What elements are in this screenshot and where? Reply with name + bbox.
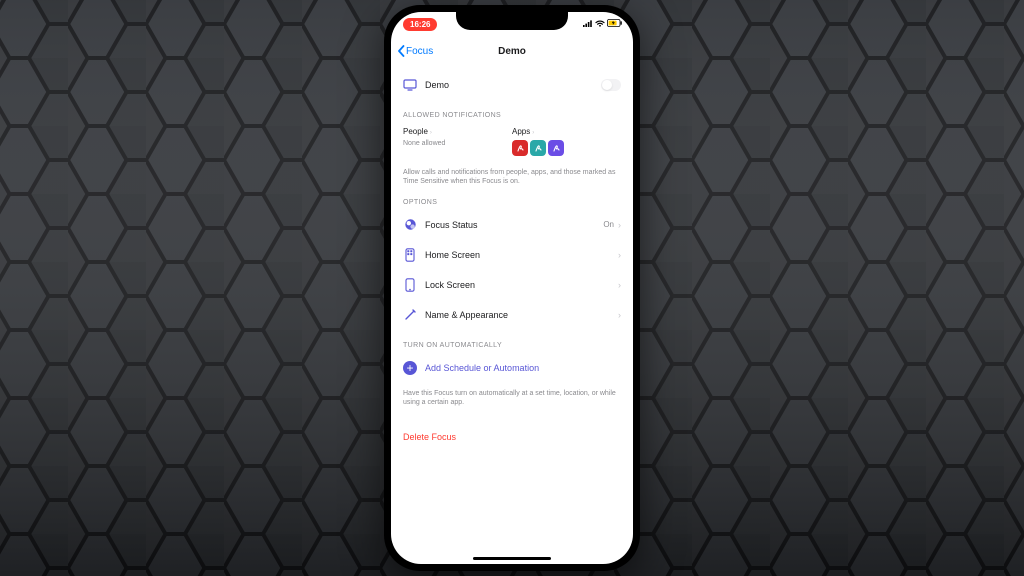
home-screen-icon xyxy=(403,248,417,262)
display-icon xyxy=(403,78,417,92)
phone-screen: 16:26 Focus Demo xyxy=(391,12,633,564)
allowed-people-button[interactable]: People› None allowed xyxy=(403,127,512,156)
back-button[interactable]: Focus xyxy=(397,45,433,57)
chevron-right-icon: › xyxy=(618,280,621,290)
option-label: Home Screen xyxy=(425,250,618,260)
back-label: Focus xyxy=(406,46,433,57)
chevron-right-icon: › xyxy=(618,310,621,320)
option-label: Focus Status xyxy=(425,220,603,230)
wifi-icon xyxy=(595,20,605,27)
allowed-footer-note: Allow calls and notifications from peopl… xyxy=(391,162,633,187)
delete-focus-button[interactable]: Delete Focus xyxy=(391,422,633,452)
section-header-options: OPTIONS xyxy=(391,187,633,210)
chevron-right-icon: › xyxy=(618,250,621,260)
delete-focus-label: Delete Focus xyxy=(403,432,456,442)
content-scroll[interactable]: Demo ALLOWED NOTIFICATIONS People› None … xyxy=(391,70,633,460)
section-header-allowed: ALLOWED NOTIFICATIONS xyxy=(391,100,633,123)
option-value: On xyxy=(603,220,614,229)
plus-icon: + xyxy=(403,361,417,375)
nav-bar: Focus Demo xyxy=(391,38,633,64)
allowed-apps-icons xyxy=(512,140,621,156)
option-label: Name & Appearance xyxy=(425,310,618,320)
add-schedule-label: Add Schedule or Automation xyxy=(425,363,539,373)
app-icon xyxy=(512,140,528,156)
auto-footer-note: Have this Focus turn on automatically at… xyxy=(391,383,633,408)
option-home-screen[interactable]: Home Screen › xyxy=(391,240,633,270)
page-title: Demo xyxy=(498,46,526,57)
focus-name-label: Demo xyxy=(425,80,601,90)
status-time-pill: 16:26 xyxy=(403,18,437,31)
allowed-apps-label: Apps xyxy=(512,127,530,136)
home-indicator[interactable] xyxy=(473,557,551,560)
chevron-right-icon: › xyxy=(430,130,432,136)
pencil-icon xyxy=(403,308,417,322)
focus-status-icon xyxy=(403,218,417,232)
option-focus-status[interactable]: Focus Status On › xyxy=(391,210,633,240)
battery-icon xyxy=(607,19,623,27)
chevron-right-icon: › xyxy=(618,220,621,230)
add-schedule-button[interactable]: + Add Schedule or Automation xyxy=(391,353,633,383)
phone-frame: 16:26 Focus Demo xyxy=(384,5,640,571)
app-icon xyxy=(548,140,564,156)
option-lock-screen[interactable]: Lock Screen › xyxy=(391,270,633,300)
allowed-people-label: People xyxy=(403,127,428,136)
app-icon xyxy=(530,140,546,156)
focus-enable-row[interactable]: Demo xyxy=(391,70,633,100)
allowed-people-sub: None allowed xyxy=(403,140,512,147)
lock-screen-icon xyxy=(403,278,417,292)
option-name-appearance[interactable]: Name & Appearance › xyxy=(391,300,633,330)
focus-toggle[interactable] xyxy=(601,79,621,91)
chevron-right-icon: › xyxy=(532,130,534,136)
allowed-apps-button[interactable]: Apps› xyxy=(512,127,621,156)
option-label: Lock Screen xyxy=(425,280,618,290)
allowed-grid: People› None allowed Apps› xyxy=(391,123,633,162)
signal-icon xyxy=(583,20,593,27)
chevron-left-icon xyxy=(397,45,405,57)
section-header-auto: TURN ON AUTOMATICALLY xyxy=(391,330,633,353)
notch xyxy=(456,12,568,30)
